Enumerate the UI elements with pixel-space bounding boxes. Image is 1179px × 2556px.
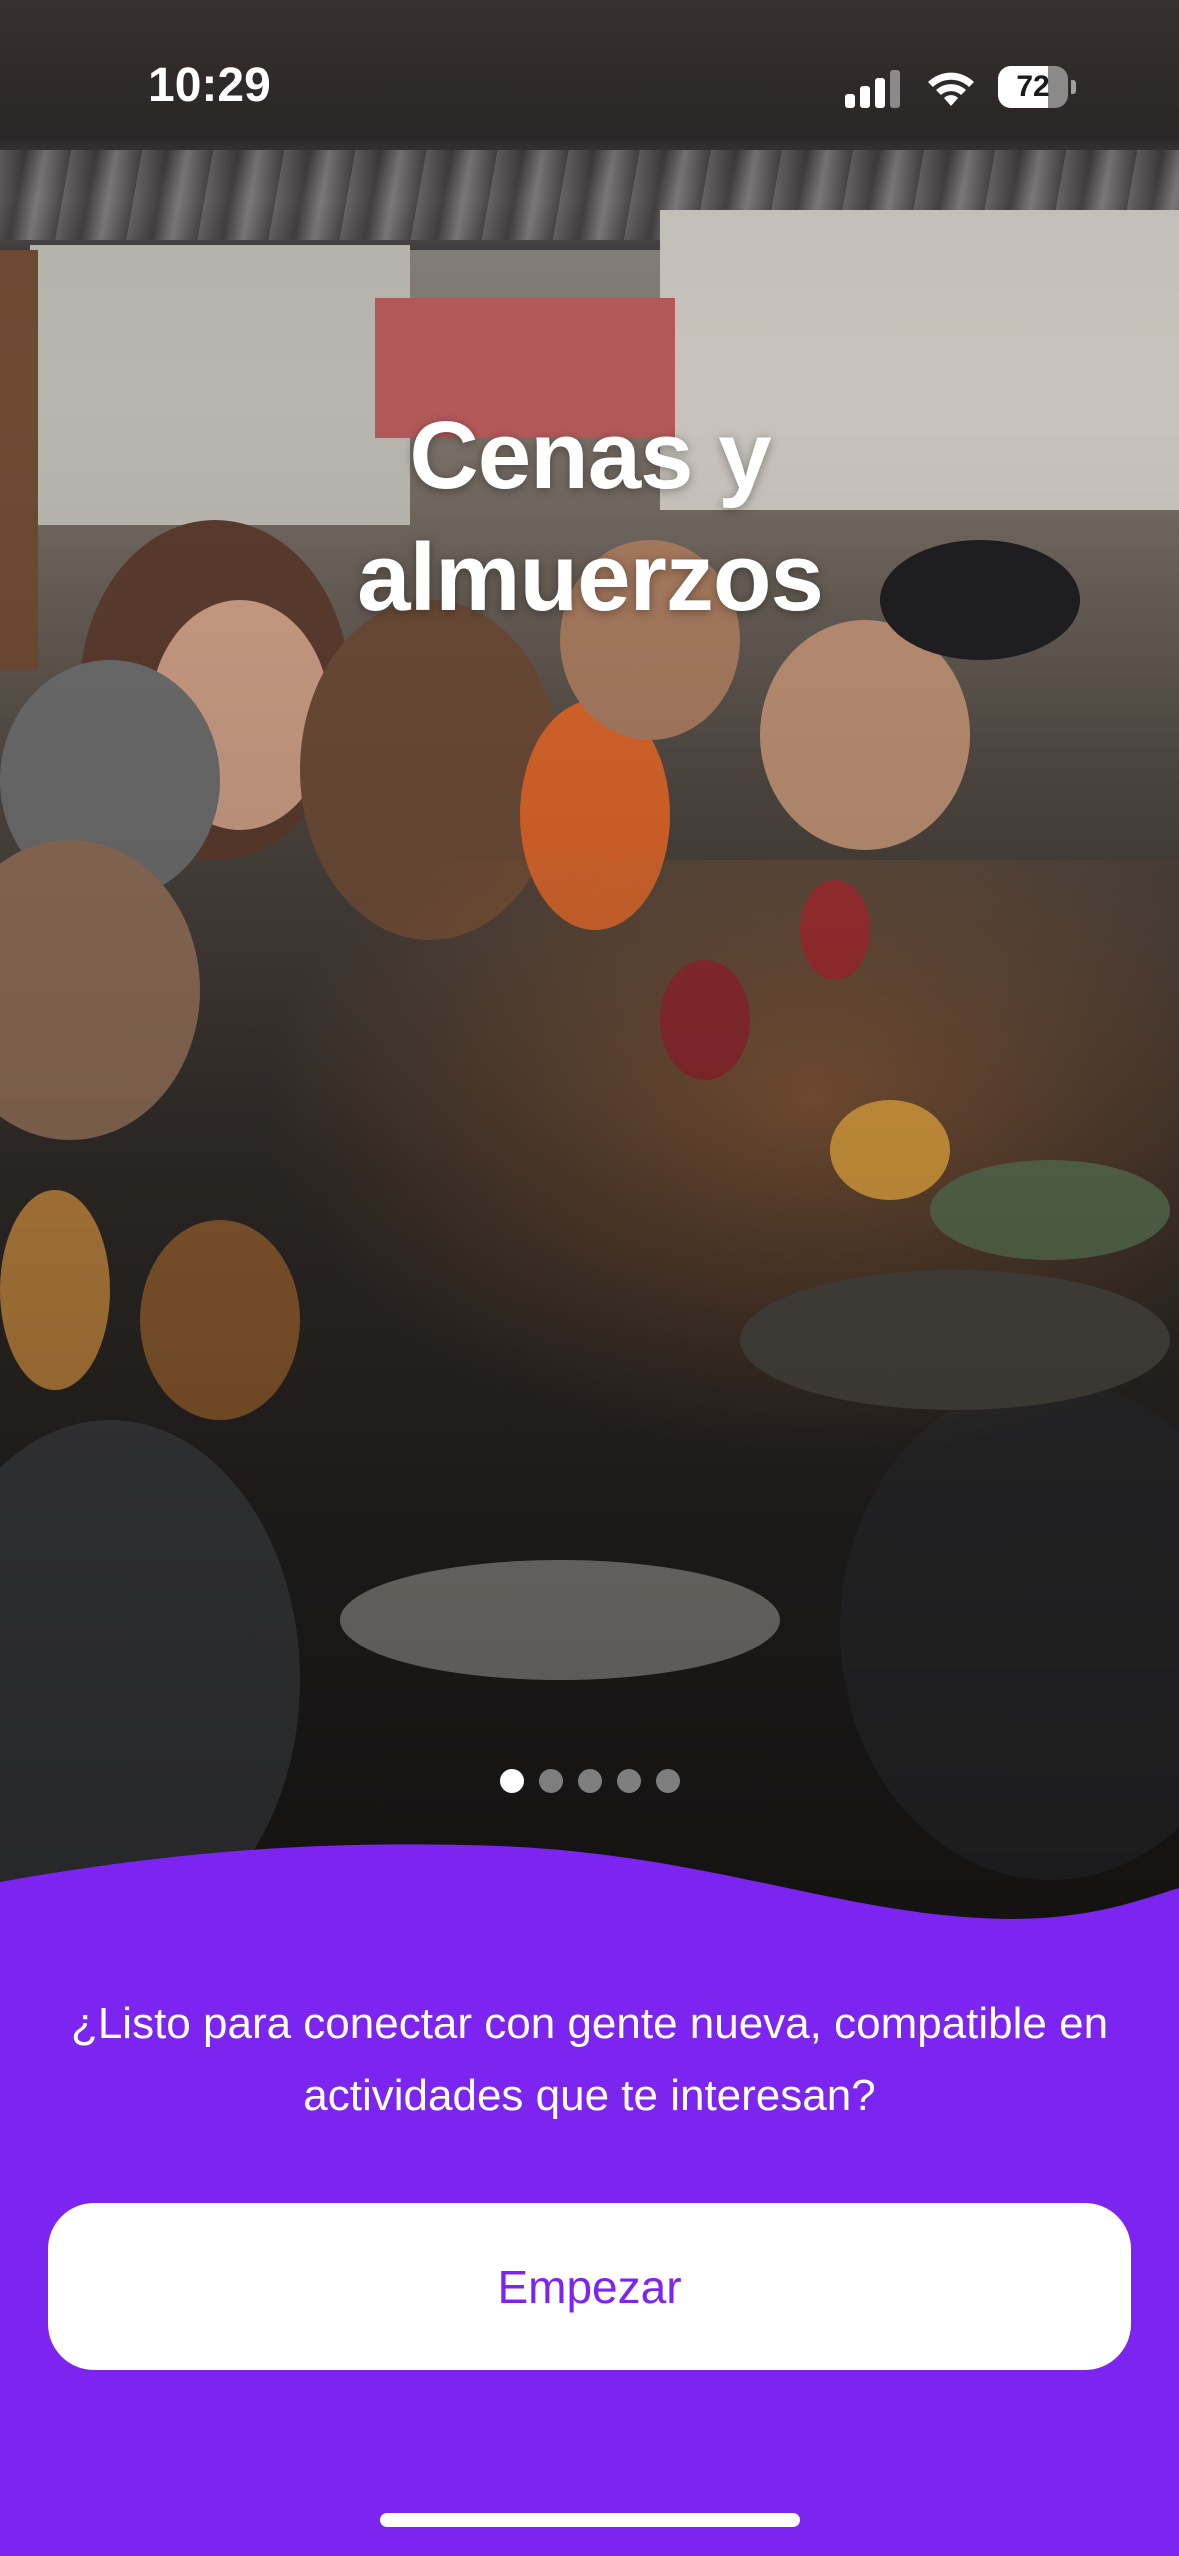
slide-title: Cenas y almuerzos (357, 402, 824, 631)
battery-icon: 72 (998, 66, 1076, 108)
start-button[interactable]: Empezar (48, 2203, 1131, 2370)
hero-image (0, 0, 1179, 1960)
page-indicator (0, 1769, 1179, 1795)
page-dot[interactable] (616, 1769, 641, 1793)
onboarding-screen: 10:29 72 Cenas y almuerzos ¿Listo para c… (0, 0, 1179, 2556)
signal-icon (845, 68, 901, 108)
page-dot[interactable] (538, 1769, 563, 1793)
image-shade (0, 0, 1179, 1960)
home-indicator[interactable] (380, 2513, 800, 2527)
status-bar: 10:29 72 (0, 0, 1179, 170)
battery-level: 72 (1016, 70, 1050, 103)
status-time: 10:29 (148, 59, 271, 112)
wifi-icon (928, 72, 974, 106)
page-dot-active[interactable] (499, 1769, 524, 1793)
tagline-text: ¿Listo para conectar con gente nueva, co… (70, 1999, 1109, 2120)
page-dot[interactable] (655, 1769, 680, 1793)
page-dot[interactable] (577, 1769, 602, 1793)
